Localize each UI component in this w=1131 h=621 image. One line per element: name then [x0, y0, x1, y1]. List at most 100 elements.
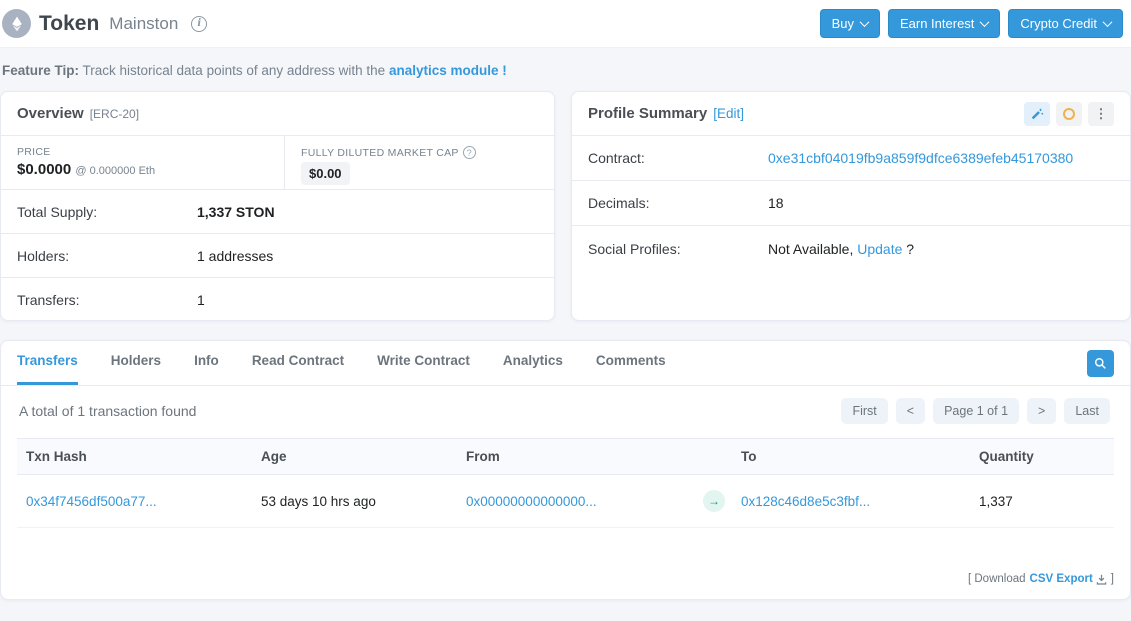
pagination: First < Page 1 of 1 > Last	[841, 398, 1110, 424]
social-suffix: ?	[906, 241, 914, 257]
price-value: $0.0000 @ 0.000000 Eth	[17, 161, 268, 178]
transfer-arrow-icon: →	[703, 490, 725, 512]
earn-interest-button[interactable]: Earn Interest	[888, 9, 1000, 38]
market-cap-label: FULLY DILUTED MARKET CAP ?	[301, 146, 538, 159]
tab-bar: Transfers Holders Info Read Contract Wri…	[1, 341, 1130, 386]
pagination-next-button[interactable]: >	[1027, 398, 1056, 424]
col-header-arrow	[695, 439, 733, 475]
col-header-to: To	[733, 439, 971, 475]
pagination-page-indicator: Page 1 of 1	[933, 398, 1019, 424]
overview-card-header: Overview [ERC-20]	[1, 92, 554, 136]
pagination-first-button[interactable]: First	[841, 398, 887, 424]
more-options-button[interactable]: ⋮	[1088, 102, 1114, 126]
price-eth: @ 0.000000 Eth	[75, 165, 155, 177]
age-cell: 53 days 10 hrs ago	[253, 475, 458, 528]
social-profiles-label: Social Profiles:	[588, 241, 768, 257]
tab-write-contract[interactable]: Write Contract	[377, 341, 470, 385]
profile-header-actions: ⋮	[1024, 102, 1114, 126]
buy-button[interactable]: Buy	[820, 9, 880, 38]
brand: Token Mainston i	[2, 9, 207, 38]
transfers-value: 1	[197, 292, 205, 308]
table-header-row: Txn Hash Age From To Quantity	[17, 439, 1114, 475]
question-icon[interactable]: ?	[463, 146, 476, 159]
chevron-down-icon	[980, 17, 990, 27]
table-row: 0x34f7456df500a77... 53 days 10 hrs ago …	[17, 475, 1114, 528]
txn-hash-link[interactable]: 0x34f7456df500a77...	[26, 494, 157, 509]
decimals-row: Decimals: 18	[572, 181, 1130, 226]
buy-button-label: Buy	[832, 16, 854, 31]
holders-label: Holders:	[17, 248, 197, 264]
col-header-quantity: Quantity	[971, 439, 1114, 475]
tab-analytics[interactable]: Analytics	[503, 341, 563, 385]
to-address-link[interactable]: 0x128c46d8e5c3fbf...	[741, 494, 870, 509]
info-icon[interactable]: i	[191, 16, 207, 32]
profile-card-header: Profile Summary [Edit] ⋮	[572, 92, 1130, 136]
holders-value: 1 addresses	[197, 248, 273, 264]
transfers-label: Transfers:	[17, 292, 197, 308]
overview-title: Overview	[17, 105, 84, 122]
feature-tip-text: Track historical data points of any addr…	[79, 63, 389, 78]
circle-icon	[1063, 108, 1075, 120]
contract-label: Contract:	[588, 150, 768, 166]
quantity-cell: 1,337	[971, 475, 1114, 528]
erc20-badge: [ERC-20]	[90, 107, 139, 121]
profile-summary-card: Profile Summary [Edit] ⋮ Contract:	[571, 91, 1131, 321]
tab-comments[interactable]: Comments	[596, 341, 666, 385]
top-header: Token Mainston i Buy Earn Interest Crypt…	[0, 0, 1131, 48]
tab-transfers[interactable]: Transfers	[17, 341, 78, 385]
col-header-txn-hash: Txn Hash	[17, 439, 253, 475]
contract-address-link[interactable]: 0xe31cbf04019fb9a859f9dfce6389efeb451703…	[768, 150, 1073, 166]
update-link[interactable]: Update	[857, 241, 902, 257]
market-cap-value: $0.00	[301, 162, 350, 185]
edit-link[interactable]: [Edit]	[713, 106, 744, 121]
feature-tip-label: Feature Tip:	[2, 63, 79, 78]
search-icon	[1094, 357, 1107, 370]
crypto-credit-button-label: Crypto Credit	[1020, 16, 1097, 31]
col-header-age: Age	[253, 439, 458, 475]
wand-button[interactable]	[1024, 102, 1050, 126]
csv-export-row: [ Download CSV Export ]	[968, 573, 1114, 585]
col-header-from: From	[458, 439, 695, 475]
tab-holders[interactable]: Holders	[111, 341, 161, 385]
tab-read-contract[interactable]: Read Contract	[252, 341, 344, 385]
transactions-card: Transfers Holders Info Read Contract Wri…	[0, 340, 1131, 600]
download-suffix: ]	[1111, 573, 1114, 585]
page-title: Token	[39, 12, 99, 36]
download-prefix: [ Download	[968, 573, 1026, 585]
profile-summary-title: Profile Summary	[588, 105, 707, 122]
price-usd: $0.0000	[17, 161, 71, 178]
search-button[interactable]	[1087, 350, 1114, 377]
decimals-value: 18	[768, 195, 784, 211]
csv-export-label: CSV Export	[1030, 573, 1093, 585]
earn-interest-button-label: Earn Interest	[900, 16, 974, 31]
tab-info[interactable]: Info	[194, 341, 219, 385]
market-cap-block: FULLY DILUTED MARKET CAP ? $0.00	[284, 136, 554, 189]
crypto-credit-button[interactable]: Crypto Credit	[1008, 9, 1123, 38]
transfers-row: Transfers: 1	[1, 278, 554, 321]
wand-icon	[1030, 107, 1044, 121]
chevron-down-icon	[860, 17, 870, 27]
pagination-prev-button[interactable]: <	[896, 398, 925, 424]
market-cap-label-text: FULLY DILUTED MARKET CAP	[301, 147, 459, 159]
from-address-link[interactable]: 0x00000000000000...	[466, 494, 597, 509]
holders-row: Holders: 1 addresses	[1, 234, 554, 278]
transaction-count: A total of 1 transaction found	[19, 403, 196, 419]
overview-card: Overview [ERC-20] PRICE $0.0000 @ 0.0000…	[0, 91, 555, 321]
price-label: PRICE	[17, 146, 268, 158]
feature-tip: Feature Tip: Track historical data point…	[0, 48, 1131, 91]
csv-export-link[interactable]: CSV Export	[1030, 573, 1107, 585]
pagination-last-button[interactable]: Last	[1064, 398, 1110, 424]
price-section: PRICE $0.0000 @ 0.000000 Eth FULLY DILUT…	[1, 136, 554, 190]
social-not-available: Not Available,	[768, 241, 853, 257]
status-circle-button[interactable]	[1056, 102, 1082, 126]
social-profiles-value: Not Available, Update ?	[768, 241, 914, 257]
analytics-module-link[interactable]: analytics module !	[389, 63, 507, 78]
social-profiles-row: Social Profiles: Not Available, Update ?	[572, 226, 1130, 271]
chevron-down-icon	[1103, 17, 1113, 27]
total-supply-value: 1,337 STON	[197, 204, 275, 220]
decimals-label: Decimals:	[588, 195, 768, 211]
token-name: Mainston	[109, 14, 178, 34]
contract-row: Contract: 0xe31cbf04019fb9a859f9dfce6389…	[572, 136, 1130, 181]
total-supply-row: Total Supply: 1,337 STON	[1, 190, 554, 234]
price-block: PRICE $0.0000 @ 0.000000 Eth	[1, 136, 284, 189]
